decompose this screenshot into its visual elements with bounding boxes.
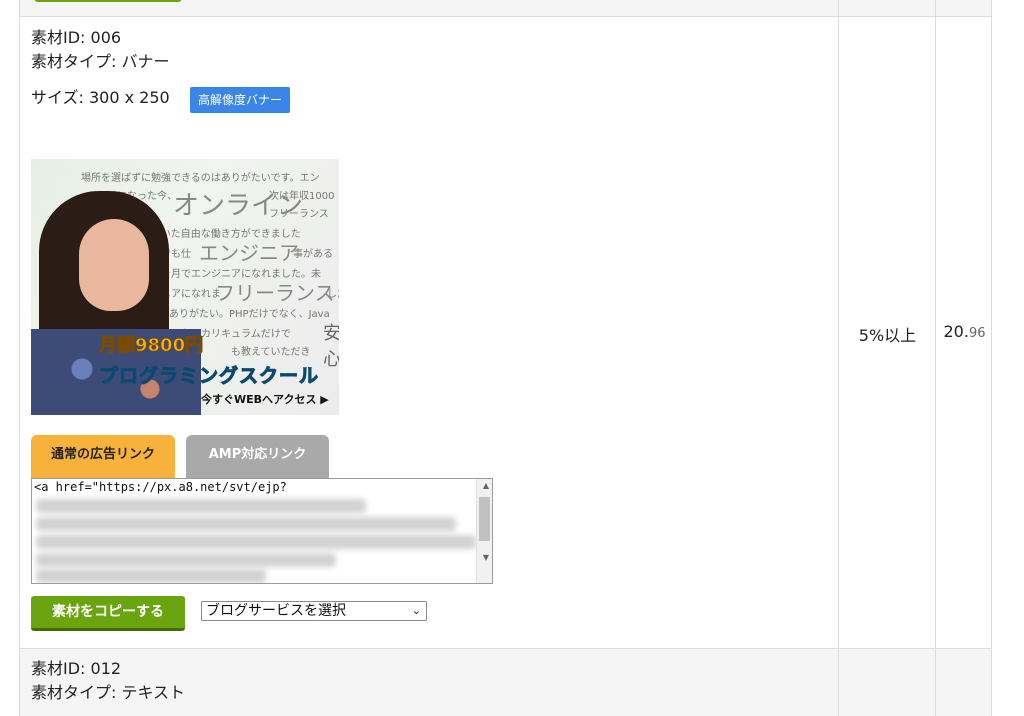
epc-cell [935,649,992,716]
ad-code-textarea[interactable]: <a href="https://px.a8.net/svt/ejp? ▲ ▼ [31,478,493,584]
tab-normal-link[interactable]: 通常の広告リンク [31,435,175,479]
table-row-material-006: 素材ID: 006 素材タイプ: バナー サイズ: 300 x 250 高解像度… [19,17,992,649]
material-size: サイズ: 300 x 250 [31,88,170,107]
tab-amp-link[interactable]: AMP対応リンク [186,435,329,479]
scroll-down-icon[interactable]: ▼ [483,553,489,562]
epc-value: 20.96 [943,322,986,341]
reward-cell [838,649,935,716]
material-cell: 素材ID: 012 素材タイプ: テキスト [20,649,838,716]
blog-service-select[interactable]: ブログサービスを選択 ⌄ [201,601,427,621]
hi-res-badge: 高解像度バナー [190,87,291,113]
material-id: 素材ID: 012 [31,659,122,678]
banner-access-cta: 今すぐWEBへアクセス ▶ [201,393,329,406]
banner-school-name: プログラミングスクール [98,365,320,388]
material-cell: 素材ID: 006 素材タイプ: バナー サイズ: 300 x 250 高解像度… [20,17,838,648]
textarea-scrollbar[interactable]: ▲ ▼ [476,479,492,583]
ad-code-first-line: <a href="https://px.a8.net/svt/ejp? [34,480,287,494]
material-id: 素材ID: 006 [31,28,122,47]
reward-cell: 5%以上 [838,17,935,648]
scroll-thumb[interactable] [479,497,490,541]
material-type: 素材タイプ: テキスト [31,683,185,702]
person-face [79,219,149,311]
copy-button-previous[interactable] [34,0,182,2]
material-cell [20,0,838,16]
reward-rate: 5%以上 [858,326,917,345]
table-row-material-012: 素材ID: 012 素材タイプ: テキスト [19,649,992,716]
table-row-previous [19,0,992,17]
scroll-up-icon[interactable]: ▲ [483,481,489,490]
banner-image[interactable]: 場所を選ばずに勉強できるのはありがたいです。エン ジニアになった今、 次は年収1… [31,159,339,415]
blog-service-select-value: ブログサービスを選択 [206,603,346,619]
copy-material-button[interactable]: 素材をコピーする [31,596,185,631]
material-type: 素材タイプ: バナー [31,52,170,71]
reward-cell [838,0,935,16]
epc-cell [935,0,992,16]
chevron-down-icon: ⌄ [411,604,421,617]
epc-cell: 20.96 [935,17,992,648]
banner-price: 月額9800円 [98,335,204,357]
